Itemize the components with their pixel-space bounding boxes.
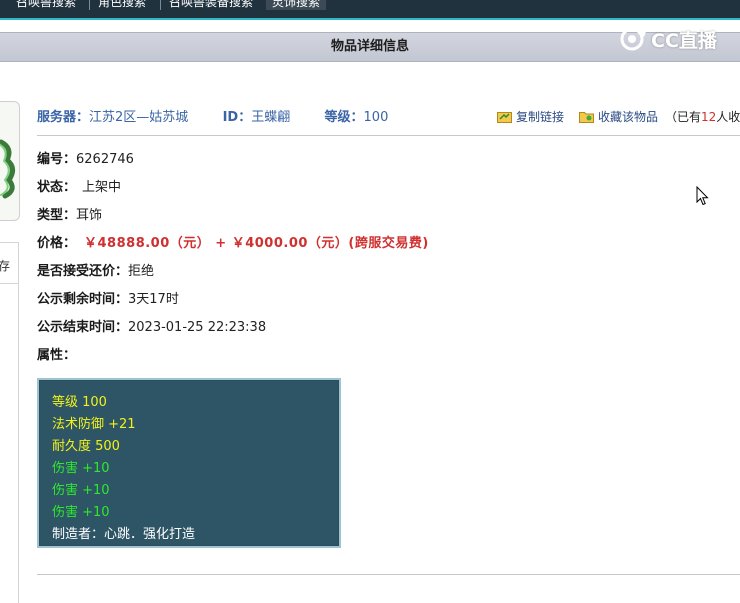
price-value: ￥48888.00（元） + ￥4000.00（元）(跨服交易费) xyxy=(84,236,429,251)
price-row: 价格： ￥48888.00（元） + ￥4000.00（元）(跨服交易费) xyxy=(37,232,429,251)
level-value: 100 xyxy=(363,110,389,125)
tab-role-search[interactable]: 角色搜索 xyxy=(92,0,152,10)
watermark-text: CC直播 xyxy=(651,29,717,52)
attributes-row: 属性： xyxy=(37,344,76,363)
favorite-count-suffix: 人收藏 xyxy=(716,110,740,124)
type-row: 类型：耳饰 xyxy=(37,204,102,223)
cc-live-watermark: CC直播 xyxy=(620,25,717,53)
attr-level: 等级 100 xyxy=(52,395,107,410)
item-thumbnail xyxy=(0,101,20,221)
status-row: 状态： 上架中 xyxy=(37,176,121,195)
tab-divider xyxy=(160,0,161,10)
type-value: 耳饰 xyxy=(76,208,103,223)
attr-damage: 伤害 +10 xyxy=(52,483,110,498)
server-label: 服务器： xyxy=(37,110,90,125)
left-side-panel: 存 xyxy=(0,242,19,603)
side-divider xyxy=(0,283,18,284)
attributes-label: 属性： xyxy=(37,348,77,363)
attr-magic-defense: 法术防御 +21 xyxy=(52,417,136,432)
favorite-count-prefix: （已有 xyxy=(665,110,702,124)
server-value: 江苏2区—姑苏城 xyxy=(89,110,189,125)
attributes-panel: 等级 100 法术防御 +21 耐久度 500 伤害 +10 伤害 +10 伤害… xyxy=(37,378,341,548)
id-value: 王蝶翩 xyxy=(251,110,291,125)
remain-time-value: 3天17时 xyxy=(128,292,179,307)
number-row: 编号：6262746 xyxy=(37,148,134,167)
tab-pet-search[interactable]: 召唤兽搜索 xyxy=(10,0,82,10)
top-nav: 召唤兽搜索 角色搜索 召唤兽装备搜索 灵饰搜索 xyxy=(0,0,740,20)
level-label: 等级： xyxy=(324,110,364,125)
status-value: 上架中 xyxy=(82,180,122,195)
side-item[interactable]: 存 xyxy=(0,257,10,274)
attr-maker: 制造者：心跳．强化打造 xyxy=(52,527,196,542)
tab-ornament-search[interactable]: 灵饰搜索 xyxy=(266,0,327,10)
type-label: 类型： xyxy=(37,208,77,223)
mouse-cursor-icon xyxy=(696,186,709,206)
end-time-row: 公示结束时间：2023-01-25 22:23:38 xyxy=(37,316,266,335)
earring-icon xyxy=(0,139,15,199)
counter-offer-row: 是否接受还价：拒绝 xyxy=(37,260,154,279)
remain-time-label: 公示剩余时间： xyxy=(37,292,129,307)
tab-pet-equip-search[interactable]: 召唤兽装备搜索 xyxy=(163,0,259,10)
divider xyxy=(37,574,740,575)
price-label: 价格： xyxy=(37,236,77,251)
favorite-count-note: （已有12人收藏 xyxy=(665,108,740,125)
divider xyxy=(37,135,740,136)
counter-offer-label: 是否接受还价： xyxy=(37,264,129,279)
favorite-folder-icon xyxy=(579,112,594,123)
favorite-item-button[interactable]: 收藏该物品 xyxy=(579,108,658,125)
attr-damage: 伤害 +10 xyxy=(52,505,110,520)
remain-time-row: 公示剩余时间：3天17时 xyxy=(37,288,179,307)
copy-link-icon xyxy=(497,112,512,123)
counter-offer-value: 拒绝 xyxy=(128,264,155,279)
favorite-label: 收藏该物品 xyxy=(598,110,659,124)
end-time-value: 2023-01-25 22:23:38 xyxy=(128,320,267,335)
status-label: 状态： xyxy=(37,180,77,195)
copy-link-label: 复制链接 xyxy=(516,110,565,124)
favorite-count: 12 xyxy=(701,109,717,124)
number-label: 编号： xyxy=(37,152,77,167)
tab-divider xyxy=(89,0,90,10)
cc-logo-icon xyxy=(620,27,647,51)
attr-damage: 伤害 +10 xyxy=(52,461,110,476)
copy-link-button[interactable]: 复制链接 xyxy=(497,108,564,125)
number-value: 6262746 xyxy=(76,152,134,167)
id-label: ID： xyxy=(222,110,252,125)
attr-durability: 耐久度 500 xyxy=(52,439,120,454)
end-time-label: 公示结束时间： xyxy=(37,320,129,335)
